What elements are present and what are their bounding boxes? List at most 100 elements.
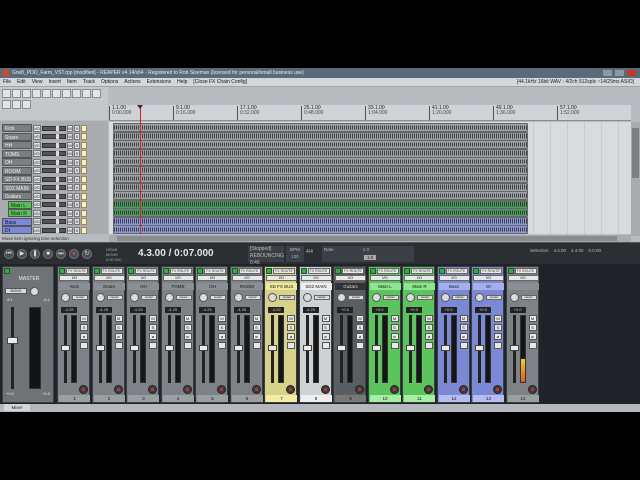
pan-mode-label[interactable]: center [348,295,364,300]
solo-button[interactable]: S [390,324,399,331]
phase-invert-icon[interactable]: ø [149,333,157,340]
menu-track[interactable]: Track [83,79,95,85]
pan-mode-label[interactable]: center [72,295,88,300]
track-volume-slider[interactable] [42,134,66,139]
media-item[interactable] [113,123,528,132]
solo-button[interactable]: S [183,324,192,331]
solo-button[interactable]: S [459,324,468,331]
open-project-icon[interactable] [12,89,21,98]
strip-route-button[interactable]: FX ROUTE [100,268,123,274]
fx-bypass-icon[interactable] [183,342,192,349]
vertical-scroll-thumb[interactable] [632,128,639,178]
strip-name[interactable]: HH [128,283,159,290]
strip-route-button[interactable]: FX ROUTE [273,268,295,274]
selection-start[interactable]: 4.4.00 [554,248,567,254]
rate-slider[interactable]: 1.0 [364,255,376,260]
solo-button[interactable]: S [321,324,330,331]
strip-name[interactable]: Kick [59,283,90,290]
strip-fx-button[interactable] [128,268,134,274]
mute-button[interactable]: M [183,315,192,322]
strip-fx-button[interactable] [162,268,169,274]
strip-name[interactable]: SD FX BUS [266,283,297,290]
track-volume-slider[interactable] [42,219,66,224]
track-io-button[interactable]: I/O [33,226,41,234]
horizontal-scrollbar[interactable] [109,235,631,242]
solo-button[interactable]: S [149,324,157,331]
fx-bypass-icon[interactable] [321,342,330,349]
fx-bypass-icon[interactable] [80,342,88,349]
pan-knob[interactable] [130,293,139,302]
go-to-end-icon[interactable]: ⏭ [56,249,66,259]
track-volume-slider[interactable] [42,159,66,165]
stop-icon[interactable]: ■ [43,249,53,259]
strip-io-button[interactable]: I/O [438,275,470,281]
pan-knob[interactable] [164,293,174,302]
track-solo-button[interactable]: S [74,150,80,157]
track-solo-button[interactable]: S [74,226,80,234]
menu-edit[interactable]: Edit [17,79,26,85]
menu-item[interactable]: Item [67,79,77,85]
maximize-button[interactable] [615,70,624,76]
redo-icon[interactable] [52,89,61,98]
track-volume-slider[interactable] [42,227,66,233]
record-arm-icon[interactable] [79,385,88,394]
track-io-button[interactable]: I/O [33,209,41,217]
record-arm-icon[interactable] [182,385,192,394]
strip-name[interactable]: TOMS [162,283,194,290]
track-mute-button[interactable]: M [67,141,73,149]
fader-handle[interactable] [302,345,312,351]
phase-invert-icon[interactable]: ø [459,333,468,340]
volume-readout[interactable]: +0.0 [509,307,526,313]
phase-invert-icon[interactable]: ø [252,333,261,340]
fx-bypass-icon[interactable] [114,342,123,349]
go-to-start-icon[interactable]: ⏮ [4,249,14,259]
pan-mode-label[interactable]: center [175,295,192,300]
time-signature[interactable]: 4/4 [306,249,318,255]
track-volume-slider[interactable] [42,168,66,173]
strip-io-button[interactable]: I/O [369,275,401,281]
strip-io-button[interactable]: I/O [162,275,194,281]
track-io-button[interactable]: I/O [33,192,41,200]
track-io-button[interactable]: I/O [33,150,41,157]
strip-fx-button[interactable] [197,268,203,274]
record-arm-icon[interactable] [286,385,295,394]
strip-name[interactable]: Guitars [335,283,366,290]
track-mute-button[interactable]: M [67,158,73,166]
solo-button[interactable]: S [287,324,295,331]
track-volume-slider[interactable] [42,142,66,148]
phase-invert-icon[interactable]: ø [218,333,226,340]
master-fader-track[interactable] [11,307,14,389]
track-record-arm-button[interactable] [81,226,87,234]
save-project-icon[interactable] [22,89,31,98]
mute-button[interactable]: M [425,315,433,322]
horizontal-scroll-thumb[interactable] [117,236,617,241]
auto-crossfade-icon[interactable] [72,89,81,98]
volume-readout[interactable]: +0.0 [475,307,491,313]
track-record-arm-button[interactable] [81,124,87,132]
position-time[interactable]: 4.3.00 / 0:07.000 [138,247,246,261]
track-mute-button[interactable]: M [67,167,73,174]
strip-name[interactable]: Main R [404,283,435,290]
record-arm-icon[interactable] [217,385,226,394]
fx-bypass-icon[interactable] [218,342,226,349]
track-volume-slider[interactable] [42,151,66,156]
strip-fx-button[interactable] [300,268,307,274]
strip-name[interactable]: SD2 MAIN [300,283,332,290]
track-mute-button[interactable]: M [67,124,73,132]
play-icon[interactable]: ▶ [17,249,27,259]
track-record-arm-button[interactable] [81,141,87,149]
menu-insert[interactable]: Insert [48,79,61,85]
record-arm-icon[interactable] [355,385,364,394]
fader-handle[interactable] [509,345,519,351]
project-settings-icon[interactable] [32,89,41,98]
strip-fx-button[interactable] [404,268,410,274]
phase-invert-icon[interactable]: ø [528,333,537,340]
fx-bypass-icon[interactable] [149,342,157,349]
pan-mode-label[interactable]: center [279,295,295,300]
fx-bypass-icon[interactable] [356,342,364,349]
strip-fx-button[interactable] [59,268,65,274]
track-solo-button[interactable]: S [74,124,80,132]
pan-mode-label[interactable]: center [141,295,157,300]
phase-invert-icon[interactable]: ø [183,333,192,340]
track-mute-button[interactable]: M [67,175,73,183]
